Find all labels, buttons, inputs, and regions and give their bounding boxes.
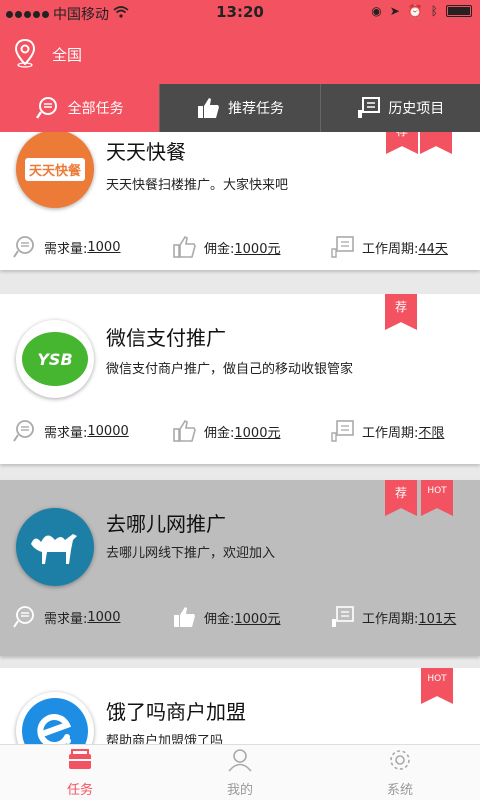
thumbs-up-icon xyxy=(196,96,222,120)
recommend-badge: 荐 xyxy=(385,480,417,516)
task-title: 饿了吗商户加盟 xyxy=(106,700,246,724)
demand-value: 10000 xyxy=(87,423,129,439)
stat-period: 工作周期: 101天 xyxy=(330,602,456,632)
eleme-logo xyxy=(16,692,94,744)
period-icon xyxy=(330,605,356,629)
recommend-badge: 荐 xyxy=(386,132,418,154)
stat-period: 工作周期: 44天 xyxy=(330,232,448,262)
hot-badge: HOT xyxy=(421,480,453,516)
task-desc: 微信支付商户推广，做自己的移动收银管家 xyxy=(106,362,354,377)
nav-tasks[interactable]: 任务 xyxy=(0,745,160,800)
qunar-camel-logo xyxy=(16,508,94,586)
thumbs-up-icon xyxy=(172,605,198,629)
task-card[interactable]: HOT 饿了吗商户加盟 帮助商户加盟饿了吗 xyxy=(0,668,480,744)
stat-demand: 需求量: 1000 xyxy=(12,232,120,262)
period-value: 101天 xyxy=(418,611,457,627)
alarm-icon: ⏰ xyxy=(407,4,423,18)
recommend-badge xyxy=(420,132,452,154)
demand-value: 1000 xyxy=(87,239,121,255)
location-arrow-icon: ➤ xyxy=(389,4,400,18)
thumbs-up-icon xyxy=(172,419,198,443)
hot-badge: HOT xyxy=(421,668,453,704)
demand-icon xyxy=(12,605,38,629)
task-card[interactable]: 荐 天天快餐 天天快餐 天天快餐扫楼推广。大家快来吧 需求量: 1000 佣金:… xyxy=(0,132,480,270)
period-value: 不限 xyxy=(418,425,445,441)
period-value: 44天 xyxy=(418,241,448,257)
period-icon xyxy=(330,235,356,259)
thumbs-up-icon xyxy=(172,235,198,259)
task-card[interactable]: 荐 HOT 去哪儿网推广 去哪儿网线下推广，欢迎加入 需求量: 1000 佣金:… xyxy=(0,480,480,656)
tab-all-tasks[interactable]: 全部任务 xyxy=(0,84,161,132)
bluetooth-icon: ᛒ xyxy=(430,4,438,18)
commission-value: 1000元 xyxy=(234,241,281,257)
task-title: 微信支付推广 xyxy=(106,326,226,350)
task-tabs: 全部任务 推荐任务 历史项目 xyxy=(0,84,480,132)
tab-history[interactable]: 历史项目 xyxy=(321,84,480,132)
stat-commission: 佣金: 1000元 xyxy=(172,232,280,262)
task-title: 天天快餐 xyxy=(106,140,186,164)
location-selector[interactable]: 全国 xyxy=(52,44,82,65)
task-card-icon xyxy=(66,748,94,776)
search-list-icon xyxy=(35,96,62,120)
tab-label: 历史项目 xyxy=(388,101,445,117)
period-icon xyxy=(330,419,356,443)
nav-mine[interactable]: 我的 xyxy=(160,745,320,800)
history-icon xyxy=(356,96,382,120)
person-icon xyxy=(226,748,254,776)
commission-value: 1000元 xyxy=(234,425,281,441)
nav-label: 任务 xyxy=(66,782,93,798)
recommend-badge: 荐 xyxy=(385,294,417,330)
lock-rotation-icon: ◉ xyxy=(371,4,382,18)
demand-value: 1000 xyxy=(87,609,121,625)
stat-demand: 需求量: 1000 xyxy=(12,602,120,632)
nav-label: 我的 xyxy=(226,782,253,798)
ysb-logo: YSB xyxy=(16,320,94,398)
nav-system[interactable]: 系统 xyxy=(320,745,480,800)
task-desc: 去哪儿网线下推广，欢迎加入 xyxy=(106,546,276,561)
tiantian-logo: 天天快餐 xyxy=(16,132,94,208)
nav-label: 系统 xyxy=(386,782,413,798)
stat-demand: 需求量: 10000 xyxy=(12,416,129,446)
stat-commission: 佣金: 1000元 xyxy=(172,602,280,632)
commission-value: 1000元 xyxy=(234,611,281,627)
tab-recommended[interactable]: 推荐任务 xyxy=(160,84,321,132)
task-card[interactable]: 荐 YSB 微信支付推广 微信支付商户推广，做自己的移动收银管家 需求量: 10… xyxy=(0,294,480,464)
task-desc: 天天快餐扫楼推广。大家快来吧 xyxy=(106,178,289,193)
task-desc: 帮助商户加盟饿了吗 xyxy=(106,734,224,744)
gear-icon xyxy=(386,748,414,776)
tab-label: 全部任务 xyxy=(67,101,124,117)
task-title: 去哪儿网推广 xyxy=(106,512,226,536)
stat-period: 工作周期: 不限 xyxy=(330,416,444,446)
status-bar: 中国移动 13:20 ◉ ➤ ⏰ ᛒ xyxy=(0,0,480,26)
app-header: 全国 xyxy=(0,26,480,84)
tab-label: 推荐任务 xyxy=(227,101,284,117)
demand-icon xyxy=(12,419,38,443)
stat-commission: 佣金: 1000元 xyxy=(172,416,280,446)
battery-icon xyxy=(446,5,472,17)
location-pin-icon[interactable] xyxy=(14,38,36,72)
task-list[interactable]: 荐 天天快餐 天天快餐 天天快餐扫楼推广。大家快来吧 需求量: 1000 佣金:… xyxy=(0,132,480,744)
bottom-nav: 任务 我的 系统 xyxy=(0,744,480,800)
demand-icon xyxy=(12,235,38,259)
